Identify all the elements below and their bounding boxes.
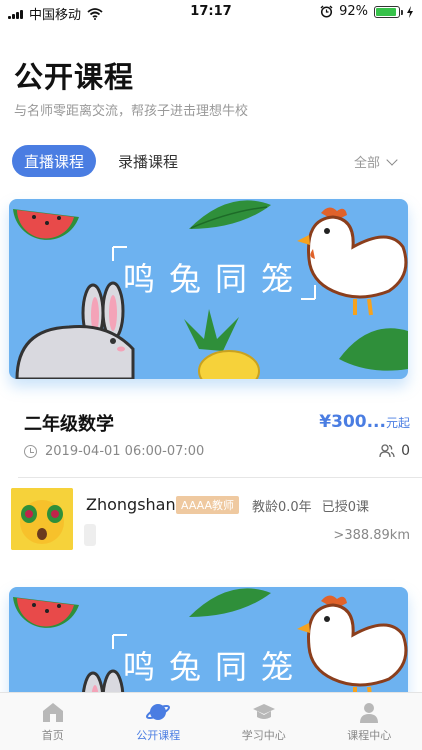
leaf-icon — [189, 588, 271, 617]
battery-icon — [374, 5, 403, 18]
nav-item-public-courses[interactable]: 公开课程 — [106, 693, 212, 750]
divider — [18, 477, 422, 478]
chevron-down-icon — [386, 153, 398, 166]
avatar[interactable] — [11, 488, 73, 550]
leaf-icon — [189, 200, 271, 229]
nav-item-home[interactable]: 首页 — [0, 693, 106, 750]
page-subtitle: 与名师零距离交流，帮孩子进击理想牛校 — [14, 104, 249, 119]
banner-title: 鸣兔同笼 — [123, 648, 308, 686]
emoji-avatar-icon — [11, 488, 73, 550]
tab-live-courses[interactable]: 直播课程 — [12, 145, 96, 177]
teacher-name[interactable]: Zhongshan — [86, 495, 176, 514]
teacher-meta: 教龄0.0年 已授0课 — [252, 496, 369, 515]
course-price: ¥300...元起 — [319, 412, 410, 432]
teacher-experience: 教龄0.0年 — [252, 500, 312, 515]
banner-title: 鸣兔同笼 — [123, 260, 308, 298]
battery-fill — [376, 7, 397, 16]
nav-item-learning-center[interactable]: 学习中心 — [211, 693, 317, 750]
charging-icon — [407, 5, 413, 18]
watermelon-icon — [13, 597, 79, 628]
planet-icon — [146, 704, 171, 720]
bottom-nav: 首页 公开课程 学习中心 课程中心 — [0, 692, 422, 750]
filter-dropdown[interactable]: 全部 — [353, 152, 398, 171]
rabbit-icon — [15, 281, 135, 379]
price-suffix: 元起 — [385, 416, 410, 430]
clock-icon — [24, 445, 37, 458]
nav-item-course-center[interactable]: 课程中心 — [317, 693, 422, 750]
pineapple-icon — [184, 309, 260, 379]
nav-label: 学习中心 — [241, 729, 286, 742]
course-banner[interactable]: 鸣兔同笼 — [9, 587, 408, 707]
battery-percent: 92% — [339, 4, 368, 19]
leaf-icon — [339, 328, 408, 371]
tab-recorded-courses[interactable]: 录播课程 — [118, 151, 178, 172]
course-time: 2019-04-01 06:00-07:00 — [24, 444, 204, 459]
alarm-icon — [320, 5, 333, 18]
teacher-taught: 已授0课 — [321, 500, 369, 515]
page-title: 公开课程 — [14, 60, 135, 94]
teacher-distance: >388.89km — [333, 528, 410, 543]
course-time-text: 2019-04-01 06:00-07:00 — [45, 444, 205, 459]
course-name[interactable]: 二年级数学 — [24, 410, 114, 436]
home-icon — [42, 703, 63, 722]
nav-label: 课程中心 — [347, 729, 392, 742]
chicken-icon — [297, 595, 408, 704]
watermelon-icon — [13, 209, 79, 240]
nav-label: 公开课程 — [136, 729, 181, 742]
person-icon — [360, 703, 379, 723]
people-icon — [379, 444, 395, 458]
filter-label: 全部 — [353, 156, 380, 171]
status-bar: 中国移动 17:17 92% — [0, 0, 422, 24]
price-value: ¥300... — [319, 412, 386, 432]
teacher-badge: AAAA教师 — [176, 496, 240, 514]
nav-label: 首页 — [41, 729, 64, 742]
course-banner[interactable]: 鸣兔同笼 — [9, 199, 408, 379]
attendee-count: 0 — [379, 443, 410, 459]
status-right: 92% — [320, 4, 414, 19]
attendee-number: 0 — [401, 443, 410, 459]
graduation-cap-icon — [252, 704, 275, 719]
teacher-tag — [84, 524, 96, 546]
